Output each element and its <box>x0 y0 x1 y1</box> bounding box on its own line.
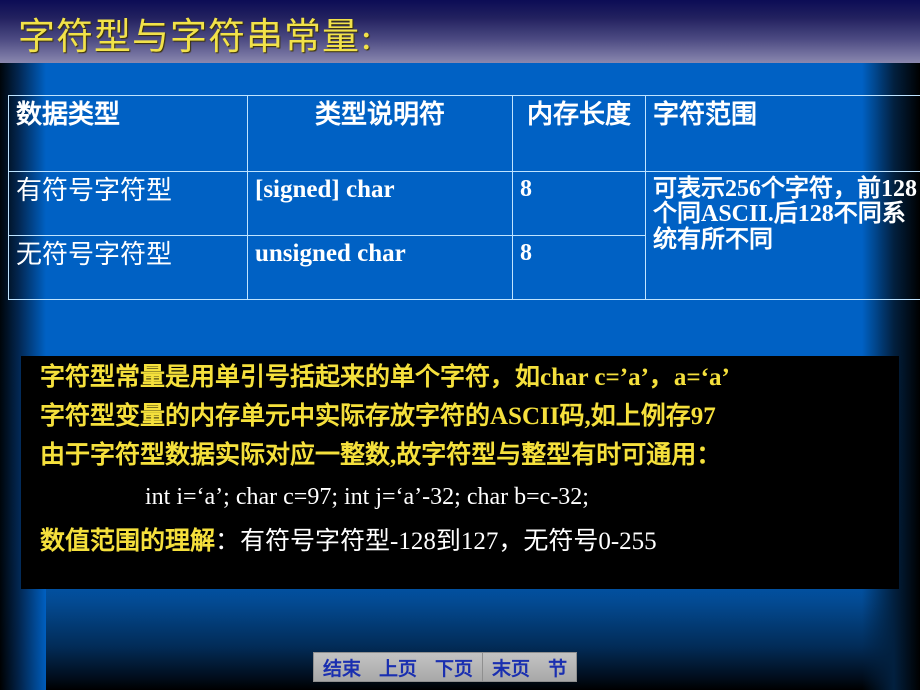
cell-length-signed: 8 <box>512 171 646 236</box>
nav-button-next-page[interactable]: 下页 <box>426 653 483 681</box>
nav-button-last-page[interactable]: 末页 <box>483 653 540 681</box>
header-char-range: 字符范围 <box>645 95 920 172</box>
nav-group-left: 结束 上页 <box>314 653 427 681</box>
note-code-line: int i=‘a’; char c=97; int j=‘a’-32; char… <box>145 484 589 510</box>
note-line-1: 字符型常量是用单引号括起来的单个字符，如char c=’a’，a=‘a’ <box>40 364 730 391</box>
note-line-5-rest: ：有符号字符型-128到127，无符号0-255 <box>215 528 657 555</box>
cell-data-type-unsigned: 无符号字符型 <box>8 235 248 300</box>
header-data-type: 数据类型 <box>8 95 248 172</box>
navigation-bar[interactable]: 结束 上页 下页 末页 节 <box>313 652 578 682</box>
slide-canvas: 字符型与字符串常量: 数据类型 类型说明符 内存长度 字符范围 有符号字符型 [… <box>0 0 920 690</box>
page-title: 字符型与字符串常量: <box>18 15 374 58</box>
nav-button-prev-page[interactable]: 上页 <box>370 653 427 681</box>
table-row: 有符号字符型 [signed] char 8 可表示256个字符，前128个同A… <box>8 171 920 300</box>
cell-specifier-unsigned: unsigned char <box>247 235 513 300</box>
cell-specifier-signed: [signed] char <box>247 171 513 236</box>
note-line-2: 字符型变量的内存单元中实际存放字符的ASCII码,如上例存97 <box>40 403 716 430</box>
nav-button-end[interactable]: 结束 <box>314 653 371 681</box>
note-line-5: 数值范围的理解：有符号字符型-128到127，无符号0-255 <box>40 529 657 554</box>
nav-button-section[interactable]: 节 <box>539 653 577 681</box>
cell-data-type-signed: 有符号字符型 <box>8 171 248 236</box>
note-line-5-label: 数值范围的理解 <box>40 528 216 555</box>
nav-group-right: 末页 节 <box>482 653 577 681</box>
char-type-table: 数据类型 类型说明符 内存长度 字符范围 有符号字符型 [signed] cha… <box>8 95 920 300</box>
header-type-specifier: 类型说明符 <box>247 95 513 172</box>
table-header-row: 数据类型 类型说明符 内存长度 字符范围 <box>8 95 920 172</box>
title-band: 字符型与字符串常量: <box>0 0 920 63</box>
header-memory-length: 内存长度 <box>512 95 646 172</box>
cell-length-unsigned: 8 <box>512 235 646 300</box>
cell-char-range: 可表示256个字符，前128个同ASCII.后128不同系统有所不同 <box>645 171 920 300</box>
note-line-3: 由于字符型数据实际对应一整数,故字符型与整型有时可通用： <box>40 442 722 469</box>
explanation-panel: 字符型常量是用单引号括起来的单个字符，如char c=’a’，a=‘a’ 字符型… <box>22 357 898 588</box>
